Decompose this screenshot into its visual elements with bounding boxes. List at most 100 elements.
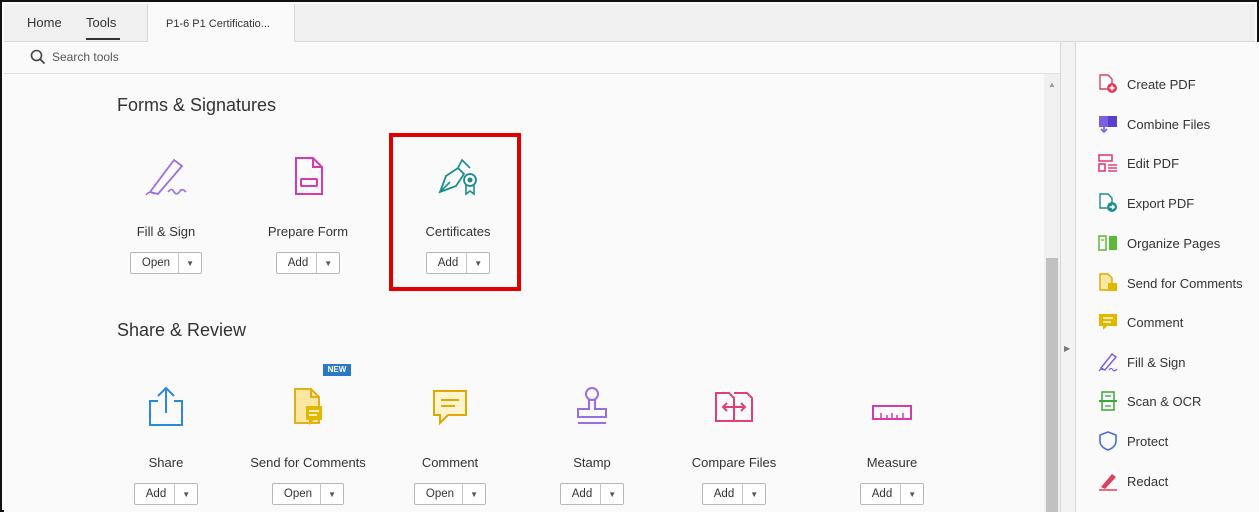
right-item-label: Fill & Sign [1127, 354, 1186, 370]
prepare-form-icon [295, 157, 323, 195]
new-badge: NEW [323, 364, 351, 376]
search-bar [4, 42, 1062, 74]
tool-action-group: Add ▼ [859, 483, 925, 505]
tool-label: Send for Comments [250, 455, 366, 470]
tool-action-group: Open ▼ [271, 483, 345, 505]
right-item-label: Send for Comments [1127, 275, 1243, 291]
export-pdf-icon [1099, 193, 1117, 212]
share-icon [149, 386, 183, 426]
tool-label: Compare Files [691, 455, 777, 470]
tool-comment[interactable]: Comment Open ▼ [380, 385, 520, 505]
right-item-label: Edit PDF [1127, 155, 1180, 171]
app-window: Home Tools P1-6 P1 Certificatio... Forms… [0, 0, 1259, 512]
search-icon [30, 49, 46, 65]
right-item-organize-pages[interactable]: Organize Pages [1098, 232, 1220, 254]
tab-bar: Home Tools P1-6 P1 Certificatio... [4, 4, 1255, 42]
search-input[interactable] [52, 50, 452, 64]
collapse-arrow-icon[interactable]: ▶ [1064, 344, 1070, 353]
create-pdf-icon [1099, 74, 1117, 93]
redact-icon [1099, 474, 1117, 491]
tool-action-group: Add ▼ [133, 483, 199, 505]
tool-label: Comment [421, 455, 479, 470]
tools-center: Forms & Signatures Fill & Sign Open ▼ Pr… [4, 74, 1044, 512]
section-title-share-review: Share & Review [117, 320, 247, 340]
tool-measure[interactable]: Measure Add ▼ [822, 385, 962, 505]
tab-tools[interactable]: Tools [86, 15, 116, 30]
fill-sign-icon [1098, 352, 1118, 372]
tool-label: Fill & Sign [136, 224, 196, 239]
right-item-label: Combine Files [1127, 116, 1211, 132]
right-item-send-for-comments[interactable]: Send for Comments [1098, 272, 1243, 294]
chevron-down-icon[interactable]: ▼ [317, 253, 339, 273]
send-for-comments-icon [294, 388, 322, 425]
right-item-label: Organize Pages [1127, 235, 1221, 251]
tool-action-group: Add ▼ [559, 483, 625, 505]
scrollbar-thumb[interactable] [1046, 258, 1058, 512]
tool-action-group: Open ▼ [413, 483, 487, 505]
right-item-redact[interactable]: Redact [1098, 470, 1168, 492]
chevron-down-icon[interactable]: ▼ [601, 484, 623, 504]
right-item-label: Protect [1127, 433, 1169, 449]
chevron-down-icon[interactable]: ▼ [901, 484, 923, 504]
open-button[interactable]: Open [273, 484, 322, 504]
tool-label: Measure [866, 455, 918, 470]
tool-label: Share [148, 455, 184, 470]
right-item-label: Create PDF [1127, 76, 1196, 92]
comment-icon [1099, 314, 1117, 330]
right-item-label: Scan & OCR [1127, 393, 1202, 409]
chevron-down-icon[interactable]: ▼ [179, 253, 201, 273]
right-item-export-pdf[interactable]: Export PDF [1098, 192, 1194, 214]
measure-icon [872, 405, 912, 420]
chevron-down-icon[interactable]: ▼ [321, 484, 343, 504]
tool-send-for-comments[interactable]: Send for Comments Open ▼ [238, 385, 378, 505]
chevron-down-icon[interactable]: ▼ [463, 484, 485, 504]
active-tab-indicator [86, 38, 120, 40]
open-button[interactable]: Open [415, 484, 464, 504]
tab-document[interactable]: P1-6 P1 Certificatio... [147, 4, 295, 42]
tool-label: Stamp [573, 455, 611, 470]
highlight-box [389, 133, 521, 291]
tool-action-group: Open ▼ [129, 252, 203, 274]
scan-ocr-icon [1099, 391, 1117, 411]
add-button[interactable]: Add [135, 484, 176, 504]
right-item-edit-pdf[interactable]: Edit PDF [1098, 152, 1179, 174]
add-button[interactable]: Add [561, 484, 602, 504]
fill-sign-icon [145, 158, 187, 196]
chevron-down-icon[interactable]: ▼ [743, 484, 765, 504]
send-for-comments-icon [1099, 273, 1117, 291]
tool-action-group: Add ▼ [701, 483, 767, 505]
add-button[interactable]: Add [861, 484, 902, 504]
right-item-create-pdf[interactable]: Create PDF [1098, 73, 1196, 95]
right-item-label: Comment [1127, 314, 1184, 330]
tool-action-group: Add ▼ [275, 252, 341, 274]
combine-files-icon [1099, 116, 1117, 134]
edit-pdf-icon [1098, 154, 1117, 172]
tool-label: Prepare Form [267, 224, 349, 239]
compare-files-icon [715, 392, 753, 422]
tool-prepare-form[interactable]: Prepare Form Add ▼ [238, 154, 378, 274]
tool-compare-files[interactable]: Compare Files Add ▼ [664, 385, 804, 505]
organize-pages-icon [1098, 235, 1117, 251]
right-item-fill-sign[interactable]: Fill & Sign [1098, 351, 1186, 373]
scroll-up-arrow[interactable]: ▲ [1048, 80, 1056, 89]
tool-share[interactable]: Share Add ▼ [96, 385, 236, 505]
right-item-combine-files[interactable]: Combine Files [1098, 113, 1210, 135]
tool-fill-sign[interactable]: Fill & Sign Open ▼ [96, 154, 236, 274]
chevron-down-icon[interactable]: ▼ [175, 484, 197, 504]
open-button[interactable]: Open [131, 253, 180, 273]
right-item-comment[interactable]: Comment [1098, 311, 1183, 333]
right-item-scan-ocr[interactable]: Scan & OCR [1098, 390, 1201, 412]
comment-icon [433, 390, 467, 426]
protect-icon [1099, 431, 1117, 451]
section-title-forms: Forms & Signatures [117, 95, 277, 115]
tool-stamp[interactable]: Stamp Add ▼ [522, 385, 662, 505]
add-button[interactable]: Add [703, 484, 744, 504]
right-tools-pane: Create PDF Combine Files Edit PDF Export… [1076, 42, 1259, 512]
right-item-label: Export PDF [1127, 195, 1195, 211]
tab-home[interactable]: Home [27, 15, 62, 30]
pane-splitter[interactable] [1060, 42, 1076, 512]
stamp-icon [577, 387, 607, 424]
right-item-protect[interactable]: Protect [1098, 430, 1168, 452]
add-button[interactable]: Add [277, 253, 318, 273]
right-item-label: Redact [1127, 473, 1169, 489]
